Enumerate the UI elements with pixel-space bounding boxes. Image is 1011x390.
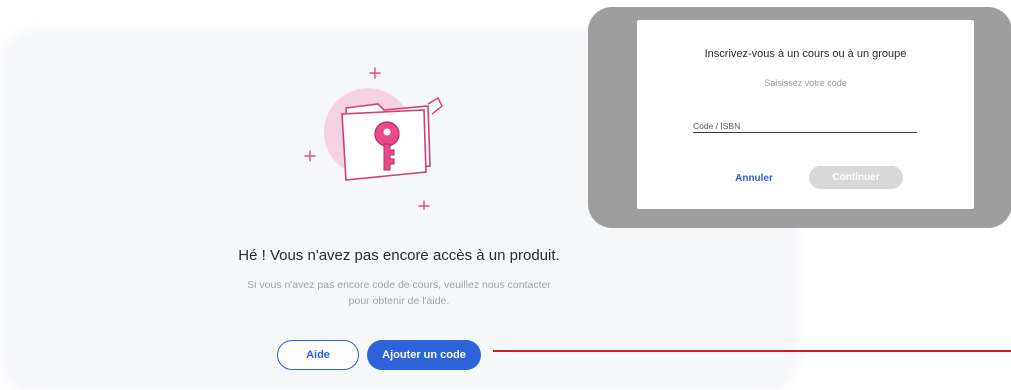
folder-key-icon	[304, 67, 443, 210]
continue-button[interactable]: Continuer	[809, 166, 903, 189]
dialog-subtitle: Saisissez votre code	[764, 78, 847, 88]
dialog-title: Inscrivez-vous à un cours ou à un groupe	[704, 48, 907, 60]
help-button[interactable]: Aide	[277, 340, 359, 370]
clip-icon	[427, 97, 443, 115]
subtitle-line-2: pour obtenir de l'aide.	[348, 295, 450, 307]
enroll-code-dialog: Inscrivez-vous à un cours ou à un groupe…	[637, 20, 974, 209]
modal-backdrop: Inscrivez-vous à un cours ou à un groupe…	[588, 7, 1011, 228]
annotation-arrow-line	[493, 350, 1011, 352]
code-input-label[interactable]: Code / ISBN	[693, 121, 740, 131]
empty-state-subtitle: Si vous n'avez pas encore code de cours,…	[208, 277, 590, 309]
code-input-underline[interactable]	[693, 132, 917, 133]
cancel-button[interactable]: Annuler	[725, 167, 783, 189]
subtitle-line-1: Si vous n'avez pas encore code de cours,…	[247, 279, 551, 291]
add-code-button[interactable]: Ajouter un code	[367, 340, 481, 370]
empty-state-title: Hé ! Vous n'avez pas encore accès à un p…	[238, 247, 560, 264]
